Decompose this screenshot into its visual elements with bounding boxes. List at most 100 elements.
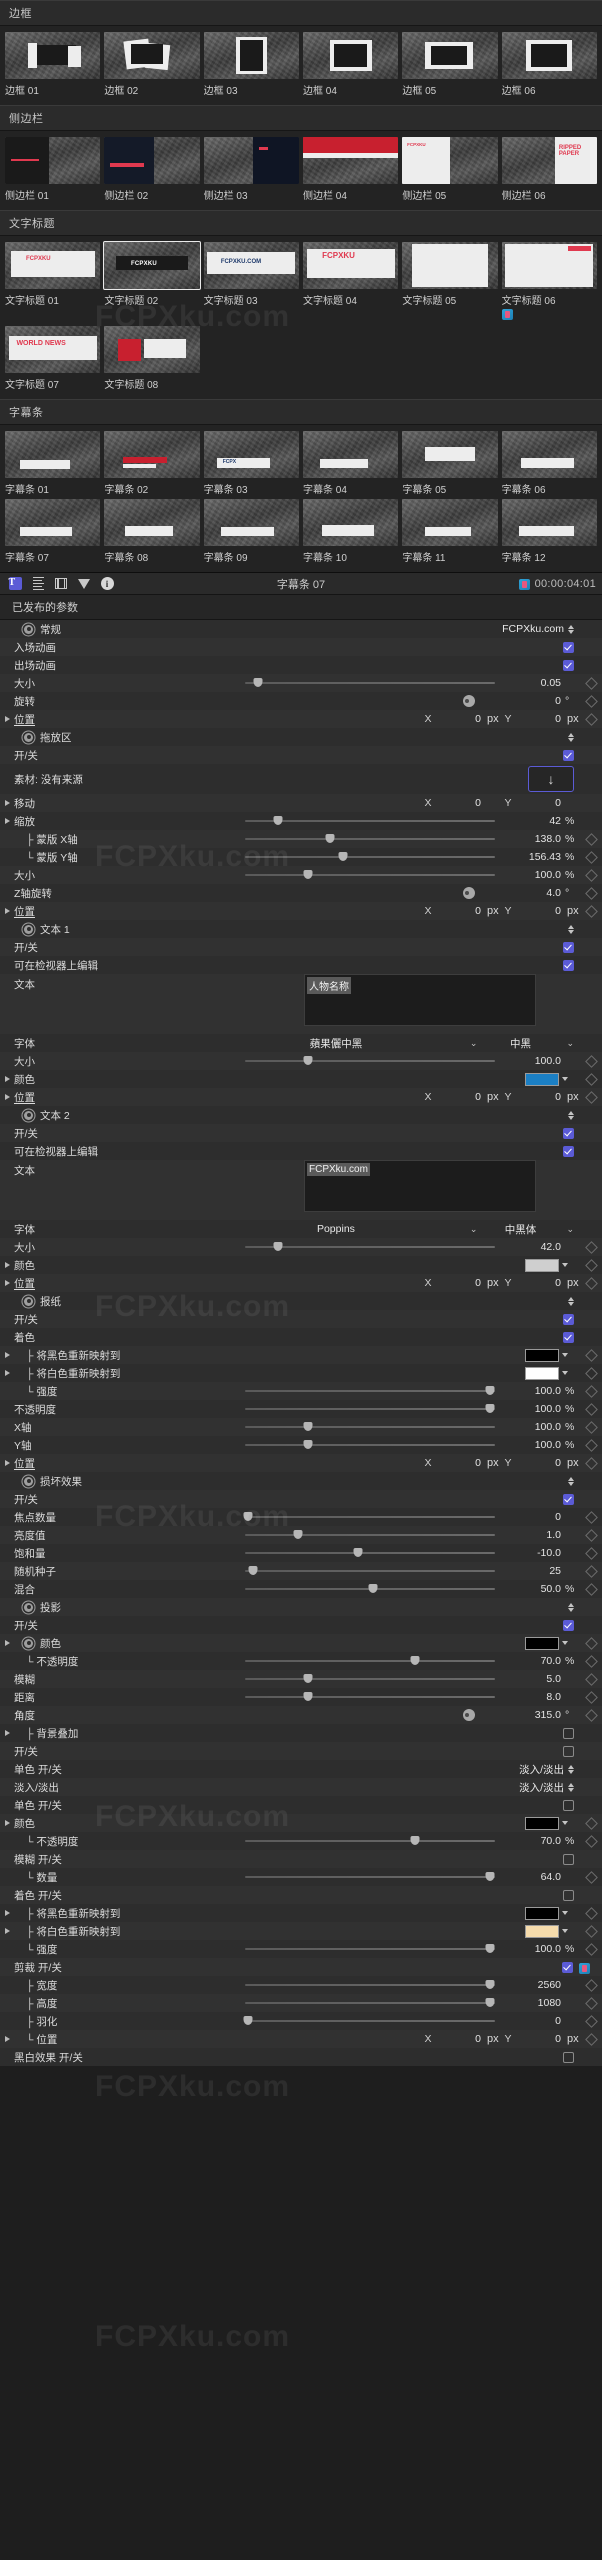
param-row[interactable]: 开/关 <box>0 746 602 764</box>
param-row[interactable]: 距离 8.0 <box>0 1688 602 1706</box>
y-value[interactable]: 0 <box>515 713 567 725</box>
value[interactable]: 0 <box>503 2015 565 2027</box>
keyframe-button[interactable] <box>585 1072 598 1086</box>
keyframe-button[interactable] <box>585 712 598 726</box>
color-swatch[interactable] <box>525 1636 559 1650</box>
checkbox[interactable] <box>563 1799 574 1811</box>
keyframe-button[interactable] <box>585 1384 598 1398</box>
checkbox[interactable] <box>563 1331 574 1343</box>
param-row[interactable]: 入场动画 <box>0 638 602 656</box>
param-row[interactable]: 随机种子 25 <box>0 1562 602 1580</box>
browser-item[interactable]: 字幕条 09 <box>203 499 299 564</box>
keyframe-button[interactable] <box>585 2014 598 2028</box>
disclosure-triangle[interactable] <box>5 1094 10 1100</box>
thumbnail[interactable]: FCPXKU <box>303 242 399 289</box>
keyframe-button[interactable] <box>585 694 598 708</box>
value[interactable]: 0 <box>503 695 565 707</box>
param-row[interactable]: └ 不透明度 70.0% <box>0 1652 602 1670</box>
disclosure-triangle[interactable] <box>5 716 10 722</box>
checkbox[interactable] <box>563 941 574 953</box>
thumbnail[interactable]: FCPXKU <box>103 241 201 290</box>
param-row[interactable]: 颜色 <box>0 1256 602 1274</box>
keyframe-button[interactable] <box>585 1690 598 1704</box>
browser-item[interactable]: WORLD NEWS 文字标题 07 <box>5 326 101 391</box>
slider[interactable] <box>245 833 495 845</box>
disclosure-triangle[interactable] <box>5 1910 10 1916</box>
thumbnail[interactable] <box>104 431 200 478</box>
keyframe-button[interactable] <box>585 1240 598 1254</box>
keyframe-button[interactable] <box>585 1276 598 1290</box>
thumbnail[interactable] <box>5 431 101 478</box>
disclosure-triangle[interactable] <box>5 1280 10 1286</box>
keyframe-button[interactable] <box>585 904 598 918</box>
keyframe-button[interactable] <box>585 868 598 882</box>
keyframe-button[interactable] <box>585 1456 598 1470</box>
stepper-icon[interactable] <box>568 624 574 634</box>
disclosure-triangle[interactable] <box>5 1262 10 1268</box>
font-name[interactable]: Poppins <box>205 1223 467 1235</box>
media-browser[interactable]: 边框 边框 01 边框 02 边框 03 边框 04 边框 05 边框 06 侧… <box>0 0 602 572</box>
param-row[interactable]: 位置 X 0 px Y 0 px <box>0 1088 602 1106</box>
chevron-down-icon[interactable] <box>562 1353 568 1357</box>
param-row[interactable]: 位置 X 0 px Y 0 px <box>0 902 602 920</box>
keyframe-button[interactable] <box>585 850 598 864</box>
thumbnail[interactable] <box>203 32 299 79</box>
disclosure-triangle[interactable] <box>5 1370 10 1376</box>
param-row[interactable]: 可在检视器上编辑 <box>0 956 602 974</box>
thumbnail[interactable] <box>104 137 200 184</box>
disclosure-triangle[interactable] <box>5 2036 10 2042</box>
param-row[interactable]: 单色 开/关 <box>0 1796 602 1814</box>
filter-icon[interactable] <box>75 576 93 592</box>
keyframe-button[interactable] <box>585 832 598 846</box>
drop-zone-button[interactable]: ↓ <box>528 766 574 792</box>
thumbnail[interactable] <box>402 431 498 478</box>
checkbox[interactable] <box>562 1961 573 1973</box>
browser-item[interactable]: 侧边栏 01 <box>5 137 101 202</box>
param-row[interactable]: 大小 0.05 <box>0 674 602 692</box>
thumbnail[interactable]: RIPPED PAPER <box>501 137 597 184</box>
param-row[interactable]: ├ 蒙版 X轴 138.0% <box>0 830 602 848</box>
keyframe-button[interactable] <box>585 1582 598 1596</box>
param-row[interactable]: 常规 FCPXku.com <box>0 620 602 638</box>
disclosure-triangle[interactable] <box>5 1460 10 1466</box>
color-swatch[interactable] <box>525 1924 559 1938</box>
value[interactable]: 5.0 <box>503 1673 565 1685</box>
slider[interactable] <box>245 1385 495 1397</box>
param-row[interactable]: 不透明度 100.0% <box>0 1400 602 1418</box>
value[interactable]: 156.43 <box>503 851 565 863</box>
color-swatch[interactable] <box>525 1258 559 1272</box>
keyframe-button[interactable] <box>585 1366 598 1380</box>
browser-item[interactable]: 边框 04 <box>303 32 399 97</box>
disclosure-triangle[interactable] <box>5 1352 10 1358</box>
browser-item[interactable]: 字幕条 02 <box>104 431 200 496</box>
slider[interactable] <box>245 1871 495 1883</box>
keyframe-button[interactable] <box>585 1348 598 1362</box>
chevron-down-icon[interactable] <box>562 1371 568 1375</box>
slider[interactable] <box>245 1547 495 1559</box>
param-row[interactable]: 开/关 <box>0 1742 602 1760</box>
param-row[interactable]: Y轴 100.0% <box>0 1436 602 1454</box>
checkbox[interactable] <box>563 2051 574 2063</box>
param-row[interactable]: 出场动画 <box>0 656 602 674</box>
browser-item[interactable]: 字幕条 04 <box>303 431 399 496</box>
value[interactable]: 2560 <box>503 1979 565 1991</box>
param-row[interactable]: 模糊 开/关 <box>0 1850 602 1868</box>
keyframe-button[interactable] <box>585 1834 598 1848</box>
checkbox[interactable] <box>563 1745 574 1757</box>
disclosure-triangle[interactable] <box>5 1730 10 1736</box>
param-row[interactable]: 拖放区 <box>0 728 602 746</box>
slider[interactable] <box>243 1511 495 1523</box>
value[interactable]: 70.0 <box>503 1835 565 1847</box>
param-row[interactable]: 投影 <box>0 1598 602 1616</box>
chevron-down-icon[interactable] <box>562 1263 568 1267</box>
thumbnail[interactable] <box>303 499 399 546</box>
thumbnail[interactable] <box>402 32 498 79</box>
param-row[interactable]: ├ 高度 1080 <box>0 1994 602 2012</box>
param-row[interactable]: 文本 2 <box>0 1106 602 1124</box>
slider[interactable] <box>245 1529 495 1541</box>
x-value[interactable]: 0 <box>435 1457 487 1469</box>
browser-item[interactable]: 字幕条 05 <box>402 431 498 496</box>
param-row[interactable]: 缩放 42% <box>0 812 602 830</box>
keyframe-button[interactable] <box>585 1636 598 1650</box>
keyframe-button[interactable] <box>585 1906 598 1920</box>
